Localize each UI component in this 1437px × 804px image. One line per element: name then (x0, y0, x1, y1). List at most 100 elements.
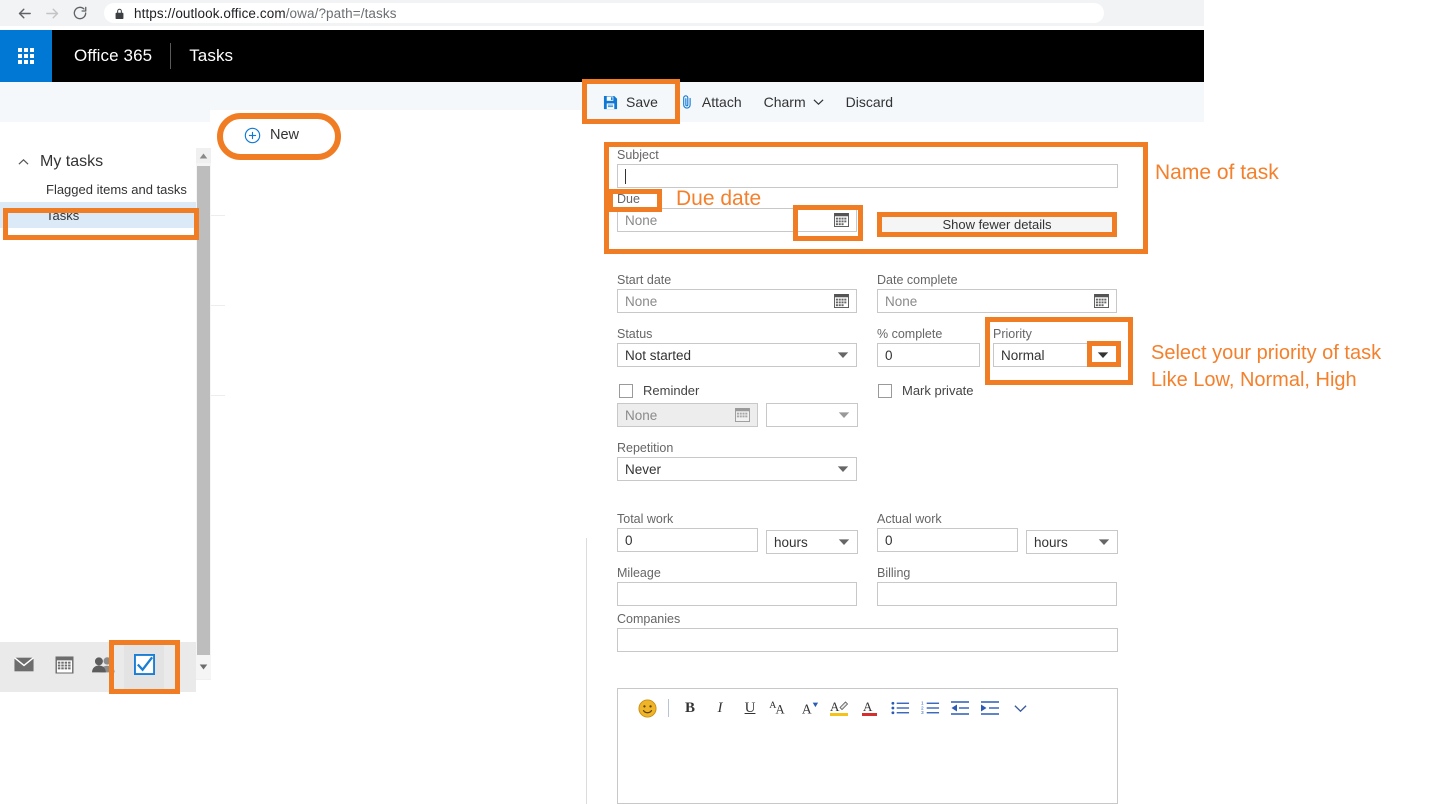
screenshot-root: https://outlook.office.com/owa/?path=/ta… (0, 0, 1437, 804)
list-separator (211, 395, 225, 396)
highlight-icon[interactable]: A (825, 693, 855, 723)
command-bar: Save Attach Charm Discard (0, 82, 1204, 122)
increase-indent-icon[interactable] (975, 693, 1005, 723)
module-tasks[interactable] (124, 642, 164, 692)
scrollbar-thumb[interactable] (197, 166, 210, 658)
list-pane-header: New (210, 110, 586, 160)
billing-input[interactable] (877, 582, 1117, 606)
actual-work-unit-value: hours (1034, 534, 1068, 550)
pane-divider (586, 538, 587, 804)
priority-select[interactable]: Normal (993, 343, 1117, 367)
svg-text:A: A (776, 702, 785, 716)
back-icon[interactable] (10, 0, 38, 26)
total-work-value: 0 (625, 532, 633, 548)
sidebar-item-flagged[interactable]: Flagged items and tasks (0, 176, 196, 202)
new-button-label: New (270, 127, 300, 143)
address-bar[interactable]: https://outlook.office.com/owa/?path=/ta… (104, 3, 1104, 23)
actual-work-field-group: Actual work 0 (877, 512, 1018, 552)
sidebar-item-label: Tasks (46, 207, 80, 223)
reminder-date-input[interactable]: None (617, 403, 758, 427)
due-calendar-picker-icon[interactable] (826, 209, 856, 231)
reload-icon[interactable] (66, 0, 94, 26)
total-work-unit-chevron-down-icon[interactable] (831, 531, 857, 553)
more-formatting-chevron-down-icon[interactable] (1005, 693, 1035, 723)
billing-field-group: Billing (877, 566, 1117, 606)
checkbox-checked-icon (133, 654, 155, 680)
suite-brand[interactable]: Office 365 (74, 46, 152, 66)
font-grow-icon[interactable]: A (795, 693, 825, 723)
folder-pane: My tasks Flagged items and tasks Tasks (0, 122, 196, 642)
date-complete-label: Date complete (877, 273, 958, 287)
companies-label: Companies (617, 612, 681, 626)
status-select[interactable]: Not started (617, 343, 857, 367)
annotation-text-due-date: Due date (676, 187, 762, 210)
actual-work-unit-select[interactable]: hours (1026, 530, 1118, 554)
reminder-date-group: None (617, 403, 758, 427)
actual-work-input[interactable]: 0 (877, 528, 1018, 552)
notes-editor[interactable]: B I U AA A A A 123 (617, 688, 1118, 804)
bulleted-list-icon[interactable] (885, 693, 915, 723)
actual-work-unit-chevron-down-icon[interactable] (1091, 531, 1117, 553)
address-bar-text: https://outlook.office.com/owa/?path=/ta… (134, 5, 397, 21)
font-size-icon[interactable]: AA (765, 693, 795, 723)
module-mail[interactable] (4, 642, 44, 692)
companies-input[interactable] (617, 628, 1118, 652)
decrease-indent-icon[interactable] (945, 693, 975, 723)
mileage-input[interactable] (617, 582, 857, 606)
sidebar-item-tasks[interactable]: Tasks (0, 202, 196, 228)
repetition-value: Never (625, 461, 662, 477)
save-button[interactable]: Save (592, 82, 669, 122)
repetition-select[interactable]: Never (617, 457, 857, 481)
actual-work-value: 0 (885, 532, 893, 548)
notes-editor-body[interactable] (618, 727, 1117, 801)
annotation-text-name-of-task: Name of task (1155, 161, 1279, 184)
module-people[interactable] (84, 642, 124, 692)
mileage-label: Mileage (617, 566, 661, 580)
text-caret (625, 168, 626, 184)
annotation-text-priority-line1: Select your priority of task (1151, 342, 1382, 364)
reminder-calendar-picker-icon[interactable] (727, 404, 757, 426)
folder-group-header[interactable]: My tasks (0, 148, 196, 176)
date-complete-input[interactable]: None (877, 289, 1117, 313)
discard-button[interactable]: Discard (835, 82, 904, 122)
start-date-calendar-picker-icon[interactable] (826, 290, 856, 312)
total-work-unit-select[interactable]: hours (766, 530, 858, 554)
plus-circle-icon (244, 127, 261, 144)
subject-input[interactable] (617, 164, 1118, 188)
status-chevron-down-icon[interactable] (830, 344, 856, 366)
module-calendar[interactable] (44, 642, 84, 692)
underline-icon[interactable]: U (735, 693, 765, 723)
charm-button-label: Charm (763, 94, 806, 110)
percent-complete-input[interactable]: 0 (877, 343, 980, 367)
new-button[interactable]: New (230, 118, 313, 152)
status-label: Status (617, 327, 653, 341)
sidebar-item-label: Flagged items and tasks (46, 181, 187, 197)
reminder-time-group (766, 403, 858, 427)
repetition-chevron-down-icon[interactable] (830, 458, 856, 480)
reminder-checkbox[interactable] (619, 383, 633, 398)
attach-button[interactable]: Attach (669, 82, 753, 122)
numbered-list-icon[interactable]: 123 (915, 693, 945, 723)
annotation-text-priority-line2: Like Low, Normal, High (1151, 369, 1357, 391)
show-fewer-details-button[interactable]: Show fewer details (881, 213, 1113, 235)
folder-pane-scrollbar[interactable] (196, 148, 211, 680)
date-complete-calendar-picker-icon[interactable] (1086, 290, 1116, 312)
toolbar-divider (668, 699, 669, 717)
app-launcher-icon[interactable] (0, 30, 52, 82)
reminder-time-chevron-down-icon[interactable] (831, 404, 857, 426)
italic-icon[interactable]: I (705, 693, 735, 723)
percent-complete-label: % complete (877, 327, 943, 341)
charm-button[interactable]: Charm (753, 82, 835, 122)
font-color-icon[interactable]: A (855, 693, 885, 723)
start-date-input[interactable]: None (617, 289, 857, 313)
scroll-up-arrow-icon[interactable] (196, 148, 211, 163)
discard-button-label: Discard (845, 94, 894, 110)
priority-chevron-down-icon[interactable] (1090, 344, 1116, 366)
mark-private-checkbox[interactable] (878, 383, 892, 398)
total-work-input[interactable]: 0 (617, 528, 758, 552)
emoji-icon[interactable] (632, 693, 662, 723)
reminder-time-select[interactable] (766, 403, 858, 427)
bold-icon[interactable]: B (675, 693, 705, 723)
forward-icon[interactable] (38, 0, 66, 26)
module-overflow-chevron-down-icon[interactable] (196, 655, 211, 679)
